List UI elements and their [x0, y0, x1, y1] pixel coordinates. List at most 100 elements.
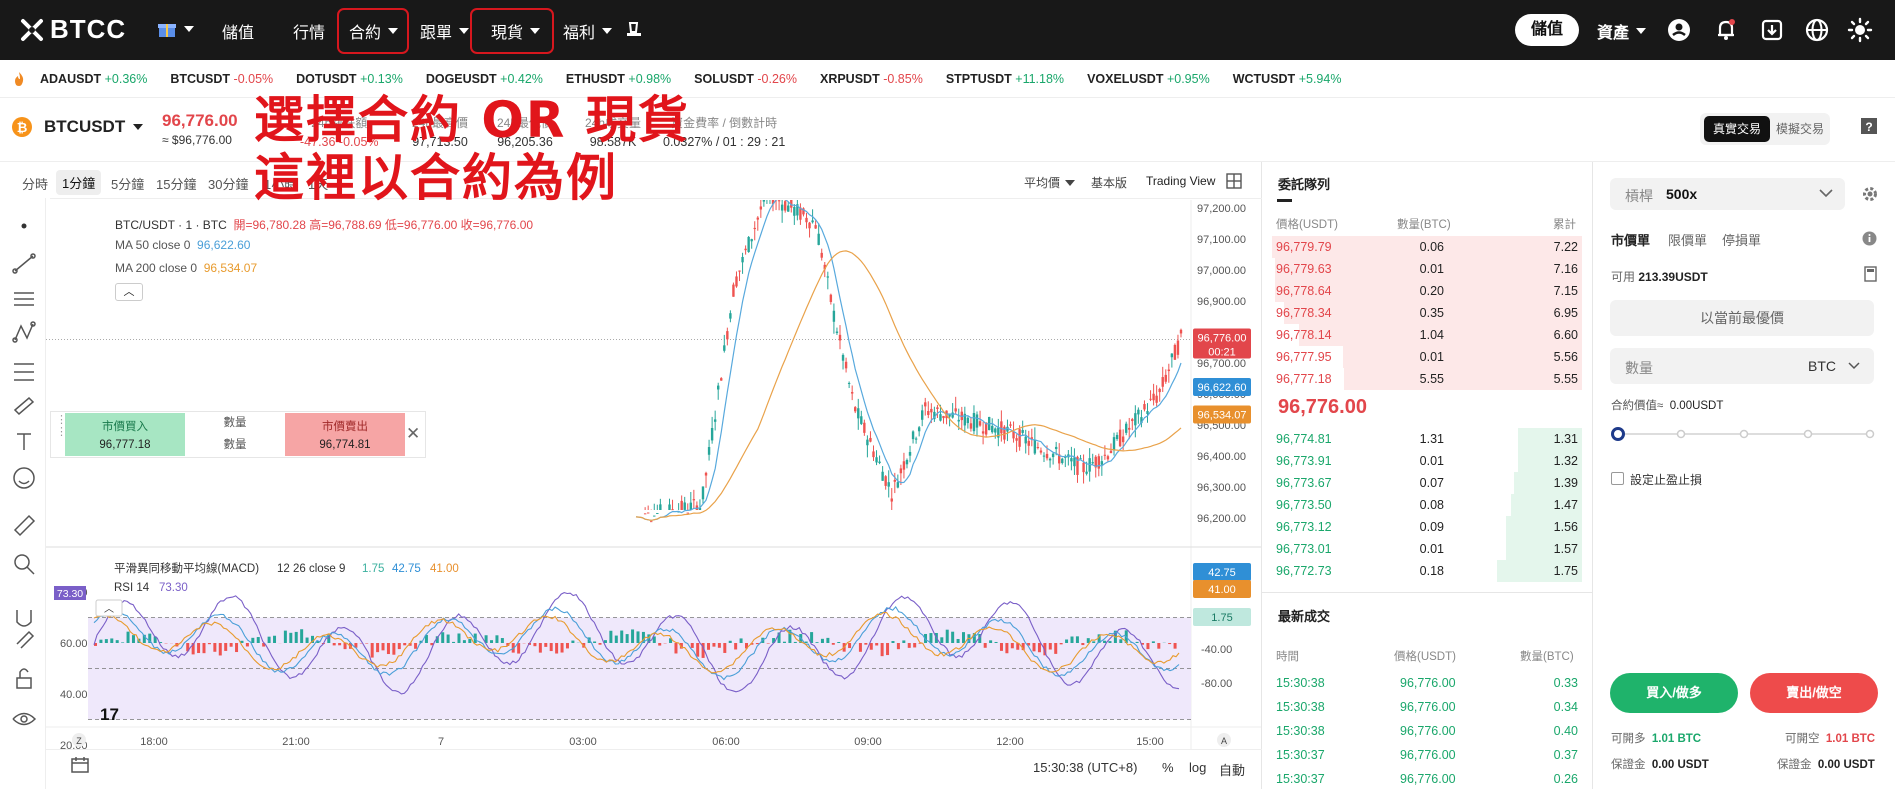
theme-sun-icon[interactable]	[1846, 16, 1874, 44]
download-icon[interactable]	[1758, 16, 1786, 44]
ticker-item[interactable]: STPTUSDT +11.18%	[946, 72, 1064, 86]
bid-row[interactable]: 96,773.120.091.56	[1262, 516, 1592, 538]
ticker-item[interactable]: XRPUSDT -0.85%	[820, 72, 923, 86]
ask-row[interactable]: 96,778.640.207.15	[1262, 280, 1592, 302]
timeframe-4[interactable]: 30分鐘	[208, 174, 248, 193]
bid-row[interactable]: 96,773.670.071.39	[1262, 472, 1592, 494]
ticker-item[interactable]: ADAUSDT +0.36%	[40, 72, 147, 86]
sell-short-button[interactable]: 賣出/做空	[1750, 673, 1878, 713]
bid-row[interactable]: 96,773.910.011.32	[1262, 450, 1592, 472]
macd-bar	[1005, 643, 1008, 653]
quantity-slider[interactable]	[1610, 424, 1878, 444]
macd-bar	[105, 639, 108, 643]
bid-row[interactable]: 96,773.010.011.57	[1262, 538, 1592, 560]
gift-menu[interactable]	[157, 19, 194, 39]
user-icon[interactable]	[1665, 16, 1693, 44]
log-scale-toggle[interactable]: log	[1189, 760, 1206, 775]
candle-body	[659, 504, 661, 510]
timeframe-1[interactable]: 1分鐘	[56, 170, 101, 195]
candle-body	[1055, 447, 1057, 449]
ask-row[interactable]: 96,778.141.046.60	[1262, 324, 1592, 346]
demo-trade-tab[interactable]: 模擬交易	[1772, 116, 1828, 142]
nav-extra[interactable]	[624, 19, 644, 39]
best-price-field[interactable]: 以當前最優價	[1610, 300, 1874, 336]
candle-body	[839, 335, 841, 341]
macd-bar	[110, 638, 113, 643]
x-tick-label: 09:00	[854, 736, 882, 748]
tab-limit-order[interactable]: 限價單	[1668, 230, 1707, 249]
settings-gear-icon[interactable]	[1861, 185, 1879, 203]
help-icon[interactable]: ?	[1860, 117, 1878, 135]
candle-body	[760, 206, 762, 209]
tradingview-logo: 17	[100, 705, 119, 724]
x-tick-label: 7	[438, 736, 444, 748]
ask-depth-bar	[1343, 346, 1582, 368]
price-chart[interactable]: 97,200.0097,100.0097,000.0096,900.0096,8…	[46, 200, 1261, 780]
real-trade-tab[interactable]: 真實交易	[1704, 116, 1770, 142]
ticker-item[interactable]: VOXELUSDT +0.95%	[1087, 72, 1210, 86]
candle-body	[671, 509, 673, 510]
bid-row[interactable]: 96,773.500.081.47	[1262, 494, 1592, 516]
leverage-select[interactable]: 槓桿 500x	[1610, 178, 1845, 210]
ask-row[interactable]: 96,778.340.356.95	[1262, 302, 1592, 324]
symbol-selector[interactable]: BTCUSDT	[44, 117, 143, 137]
candle-body	[763, 200, 765, 202]
candle-body	[994, 428, 996, 432]
tab-market-order[interactable]: 市價單	[1611, 230, 1650, 249]
bid-row[interactable]: 96,774.811.311.31	[1262, 428, 1592, 450]
layout-grid-icon[interactable]	[1226, 173, 1242, 189]
dot-cursor-icon[interactable]	[9, 214, 39, 754]
ticker-item[interactable]: SOLUSDT -0.26%	[694, 72, 797, 86]
tradingview-tab[interactable]: Trading View	[1146, 174, 1215, 188]
brand-logo[interactable]: BTCC	[20, 14, 126, 45]
quick-qty-input[interactable]: 數量	[187, 436, 283, 452]
close-icon[interactable]: ✕	[406, 424, 420, 444]
nav-copy-trade[interactable]: 跟單	[420, 19, 469, 43]
candle-body	[918, 427, 920, 431]
candle-body	[872, 451, 874, 457]
candle-body	[1125, 424, 1127, 433]
nav-rewards[interactable]: 福利	[563, 19, 612, 43]
market-sell-button[interactable]: 市價賣出96,774.81	[285, 413, 405, 456]
nav-market[interactable]: 行情	[293, 19, 325, 43]
timeframe-3[interactable]: 15分鐘	[156, 174, 196, 193]
globe-icon[interactable]	[1803, 16, 1831, 44]
quantity-input[interactable]: 數量 BTC	[1610, 348, 1874, 384]
date-range-icon[interactable]	[70, 755, 90, 775]
ask-row[interactable]: 96,777.185.555.55	[1262, 368, 1592, 390]
ask-row[interactable]: 96,779.630.017.16	[1262, 258, 1592, 280]
y-tick-label: 96,200.00	[1197, 513, 1246, 525]
macd-bar	[376, 643, 379, 652]
macd-bar	[805, 642, 808, 643]
macd-bar	[447, 635, 450, 643]
candle-body	[848, 383, 850, 384]
ask-row[interactable]: 96,777.950.015.56	[1262, 346, 1592, 368]
nav-deposit[interactable]: 儲值	[222, 19, 254, 43]
macd-bar	[740, 638, 743, 643]
info-icon[interactable]	[1862, 231, 1877, 246]
tpsl-checkbox[interactable]	[1611, 472, 1624, 485]
macd-bar	[235, 643, 238, 652]
assets-menu[interactable]: 資產	[1597, 19, 1646, 43]
candle-body	[1040, 451, 1042, 453]
ticker-item[interactable]: WCTUSDT +5.94%	[1233, 72, 1342, 86]
macd-bar	[544, 643, 547, 647]
ask-row[interactable]: 96,779.790.067.22	[1262, 236, 1592, 258]
market-buy-button[interactable]: 市價買入96,777.18	[65, 413, 185, 456]
calculator-icon[interactable]	[1864, 266, 1877, 282]
candle-body	[1046, 454, 1048, 458]
deposit-button[interactable]: 儲值	[1515, 14, 1579, 46]
timeframe-2[interactable]: 5分鐘	[111, 174, 144, 193]
tab-stop-order[interactable]: 停損單	[1722, 230, 1761, 249]
macd-bar	[1000, 643, 1003, 651]
timeframe-0[interactable]: 分時	[22, 174, 48, 193]
buy-long-button[interactable]: 買入/做多	[1610, 673, 1738, 713]
bid-row[interactable]: 96,772.730.181.75	[1262, 560, 1592, 582]
candle-body	[1165, 375, 1167, 382]
percent-scale-toggle[interactable]: %	[1162, 760, 1174, 775]
price-type-select[interactable]: 平均價	[1024, 174, 1075, 191]
bell-icon[interactable]	[1712, 16, 1740, 44]
basic-view-tab[interactable]: 基本版	[1091, 174, 1127, 191]
candle-body	[793, 207, 795, 216]
auto-scale-toggle[interactable]: 自動	[1219, 760, 1245, 779]
